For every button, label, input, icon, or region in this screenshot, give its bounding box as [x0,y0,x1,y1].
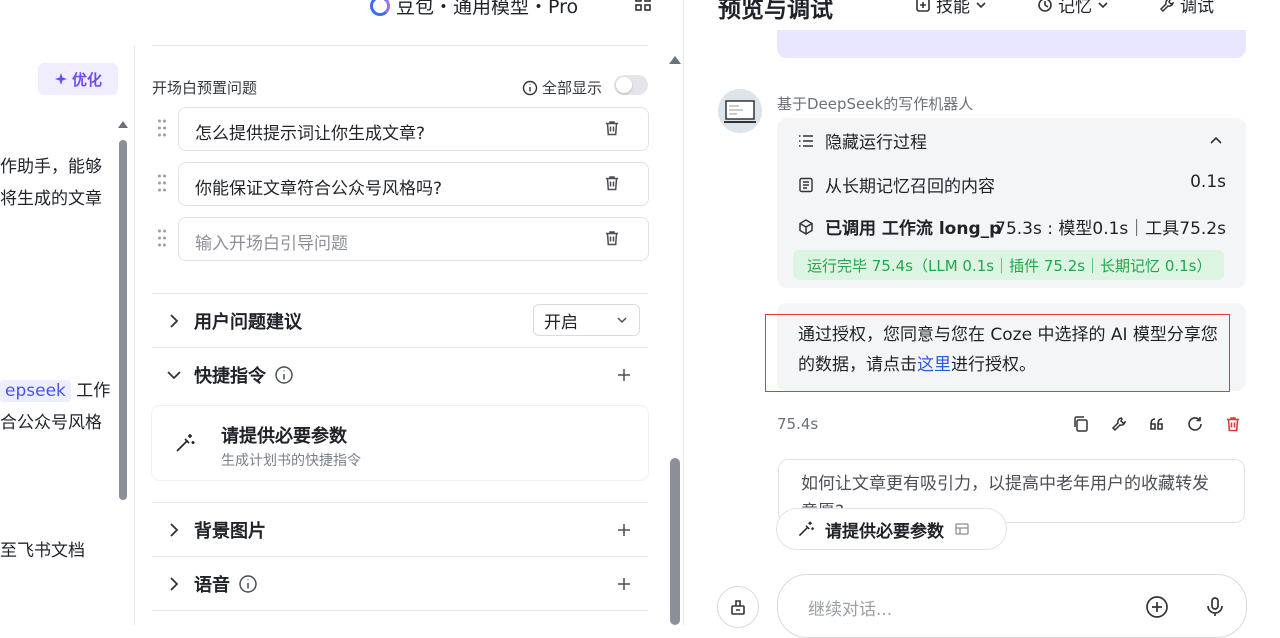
add-background-icon[interactable] [614,520,634,540]
info-icon[interactable] [274,365,294,385]
divider [152,610,648,611]
shortcut-desc: 生成计划书的快捷指令 [221,453,361,469]
drag-handle-icon[interactable] [157,118,167,138]
list-icon [799,134,813,147]
opening-question-row: 你能保证文章符合公众号风格吗? [152,162,649,206]
workflow-call-row[interactable]: 已调用 工作流 long_pc [797,214,1001,239]
drag-handle-icon[interactable] [157,228,167,248]
chevron-right-icon [170,314,179,328]
trash-icon[interactable] [603,119,621,137]
scroll-up-icon[interactable] [668,55,682,65]
add-voice-icon[interactable] [614,574,634,594]
grid-icon[interactable] [634,0,652,12]
model-title: 豆包・通用模型・Pro [396,0,579,18]
doubao-logo-icon [370,0,390,16]
model-selector[interactable]: 豆包・通用模型・Pro [370,0,578,19]
shortcut-card[interactable]: 请提供必要参数 生成计划书的快捷指令 [152,406,648,480]
trash-icon[interactable] [603,229,621,247]
add-shortcut-icon[interactable] [614,365,634,385]
chevron-down-icon [617,317,627,324]
hide-process-toggle[interactable]: 隐藏运行过程 [797,128,927,153]
prompt-text-line: 合公众号风格 [0,413,102,433]
opening-questions-label: 开场白预置问题 [152,79,258,97]
bot-name: 基于DeepSeek的写作机器人 [777,95,974,113]
prompt-text-line: 至飞书文档 [0,541,85,561]
chevron-down-icon [167,371,181,380]
opening-question-input[interactable]: 你能保证文章符合公众号风格吗? [178,162,649,206]
opening-question-row: 怎么提供提示词让你生成文章? [152,107,649,151]
microphone-icon[interactable] [1203,595,1227,619]
divider [152,45,648,46]
message-actions [1072,415,1242,433]
clear-context-button[interactable] [717,586,759,628]
prompt-scrollbar[interactable] [119,140,127,500]
prompt-text-line: 作助手，能够 [0,157,102,177]
show-all-label: 全部显示 [522,77,602,98]
info-icon[interactable] [238,574,258,594]
broom-icon [731,600,745,615]
refresh-icon[interactable] [1186,415,1204,433]
show-all-toggle[interactable] [614,75,648,95]
section-voice[interactable]: 语音 [152,564,648,604]
run-complete-banner: 运行完毕 75.4s（LLM 0.1s｜插件 75.2s｜长期记忆 0.1s） [793,250,1224,280]
document-icon [799,177,813,192]
run-process-card: 隐藏运行过程 从长期记忆召回的内容 0.1s 已调用 工作流 long_pc 7… [777,118,1246,288]
previous-message-bubble [777,30,1246,58]
shortcut-title: 请提供必要参数 [221,426,347,447]
workflow-stats: 75.3s : 模型0.1s｜工具75.2s [995,219,1226,239]
prompt-text-line: epseek 工作 [0,376,110,402]
chevron-right-icon [170,523,179,537]
drag-handle-icon[interactable] [157,173,167,193]
divider [152,347,648,348]
highlight-box [765,314,1230,392]
message-duration: 75.4s [777,415,819,433]
magic-wand-icon [176,434,195,452]
memory-recall-row: 从长期记忆召回的内容 [797,172,995,197]
add-attachment-icon[interactable] [1145,595,1169,619]
chat-input[interactable]: 继续对话... [777,574,1247,638]
section-shortcuts[interactable]: 快捷指令 [152,355,648,395]
chevron-up-icon[interactable] [1208,132,1224,148]
divider [152,502,648,503]
delete-icon[interactable] [1224,415,1242,433]
scroll-up-icon[interactable] [117,119,129,129]
memory-recall-time: 0.1s [1190,172,1226,192]
opening-question-row: 输入开场白引导问题 [152,217,649,261]
quote-icon[interactable] [1148,415,1166,433]
optimize-button[interactable]: 优化 [38,63,118,95]
sparkle-icon [54,73,67,85]
prompt-text-line: 将生成的文章 [0,189,102,209]
divider [152,556,648,557]
chevron-right-icon [170,577,179,591]
wrench-icon[interactable] [1110,415,1128,433]
magic-wand-icon [798,521,814,537]
workflow-tag[interactable]: epseek [0,380,71,402]
settings-scrollbar[interactable] [670,458,680,625]
divider [152,293,648,294]
form-icon [955,523,969,535]
new-opening-question-input[interactable]: 输入开场白引导问题 [178,217,649,261]
cube-icon [799,218,813,235]
trash-icon[interactable] [603,174,621,192]
bot-avatar [718,89,762,133]
opening-question-input[interactable]: 怎么提供提示词让你生成文章? [178,107,649,151]
section-background-image[interactable]: 背景图片 [152,510,648,550]
info-icon [522,80,538,95]
suggestions-select[interactable]: 开启 [533,304,640,336]
copy-icon[interactable] [1072,415,1090,433]
shortcut-pill-button[interactable]: 请提供必要参数 [776,508,1007,550]
